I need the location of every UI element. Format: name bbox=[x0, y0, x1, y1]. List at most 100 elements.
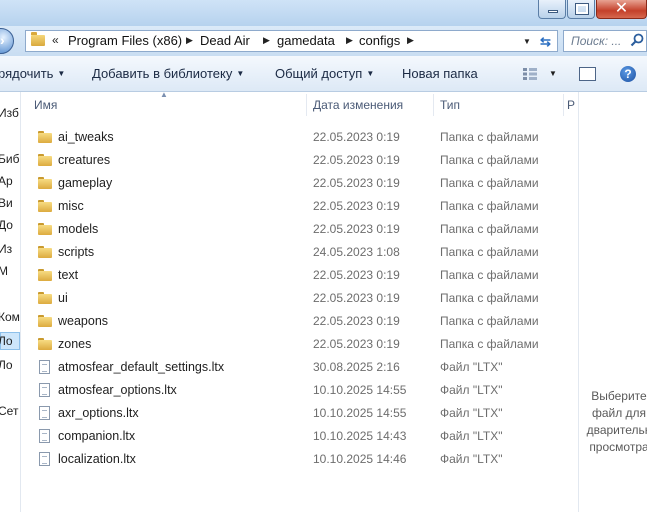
column-header-name[interactable]: Имя bbox=[34, 98, 57, 112]
chevron-down-icon: ▼ bbox=[366, 69, 375, 78]
folder-icon bbox=[38, 177, 52, 189]
title-bar: ✕ bbox=[0, 0, 647, 26]
folder-row[interactable]: zones 22.05.2023 0:19 Папка с файлами bbox=[34, 335, 574, 355]
file-type: Папка с файлами bbox=[440, 199, 539, 213]
breadcrumb-arrow-icon[interactable]: ▶ bbox=[407, 35, 414, 46]
organize-button[interactable]: рядочить ▼ bbox=[0, 66, 65, 81]
folder-row[interactable]: weapons 22.05.2023 0:19 Папка с файлами bbox=[34, 312, 574, 332]
preview-line: файл для bbox=[591, 406, 647, 420]
file-name: ai_tweaks bbox=[58, 130, 114, 144]
file-name: companion.ltx bbox=[58, 429, 136, 443]
file-date: 24.05.2023 1:08 bbox=[313, 245, 400, 259]
maximize-icon bbox=[575, 3, 589, 15]
breadcrumb-arrow-icon[interactable]: ▶ bbox=[186, 35, 193, 46]
nav-item-library-2[interactable]: Ви bbox=[0, 196, 13, 210]
nav-item-network[interactable]: Сет bbox=[0, 404, 18, 418]
preview-pane-button[interactable] bbox=[579, 67, 596, 81]
folder-row[interactable]: creatures 22.05.2023 0:19 Папка с файлами bbox=[34, 151, 574, 171]
file-name: axr_options.ltx bbox=[58, 406, 139, 420]
nav-item-library-4[interactable]: Из bbox=[0, 242, 12, 256]
search-input[interactable]: Поиск: ... bbox=[563, 30, 647, 52]
file-name: atmosfear_options.ltx bbox=[58, 383, 177, 397]
column-header-type[interactable]: Тип bbox=[440, 98, 460, 112]
breadcrumb-configs[interactable]: configs bbox=[359, 33, 400, 48]
share-button[interactable]: Общий доступ ▼ bbox=[275, 66, 374, 81]
file-type: Папка с файлами bbox=[440, 130, 539, 144]
file-date: 10.10.2025 14:43 bbox=[313, 429, 407, 443]
nav-item-library-1[interactable]: Ар bbox=[0, 174, 13, 188]
file-icon bbox=[39, 360, 50, 374]
file-type: Папка с файлами bbox=[440, 337, 539, 351]
share-label: Общий доступ bbox=[275, 66, 363, 81]
file-row[interactable]: localization.ltx 10.10.2025 14:46 Файл "LT… bbox=[34, 450, 574, 470]
file-name: creatures bbox=[58, 153, 111, 167]
file-type: Папка с файлами bbox=[440, 268, 539, 282]
views-icon[interactable] bbox=[523, 68, 537, 80]
column-header-size[interactable]: Р bbox=[567, 98, 575, 112]
file-icon bbox=[39, 383, 50, 397]
close-button[interactable]: ✕ bbox=[596, 0, 647, 19]
file-type: Файл "LTX" bbox=[440, 406, 503, 420]
file-type: Папка с файлами bbox=[440, 314, 539, 328]
breadcrumb-dead-air[interactable]: Dead Air bbox=[200, 33, 250, 48]
maximize-button[interactable] bbox=[567, 0, 595, 19]
nav-item-library-5[interactable]: М bbox=[0, 264, 8, 278]
file-name: ui bbox=[58, 291, 68, 305]
nav-item-computer[interactable]: Ком bbox=[0, 310, 20, 324]
folder-row[interactable]: text 22.05.2023 0:19 Папка с файлами bbox=[34, 266, 574, 286]
search-icon[interactable] bbox=[630, 33, 644, 47]
back-button[interactable]: › bbox=[0, 28, 14, 54]
file-type: Папка с файлами bbox=[440, 291, 539, 305]
breadcrumb-arrow-icon[interactable]: ▶ bbox=[263, 35, 270, 46]
folder-icon bbox=[31, 32, 45, 46]
breadcrumb-overflow[interactable]: « bbox=[52, 33, 59, 47]
file-name: atmosfear_default_settings.ltx bbox=[58, 360, 225, 374]
column-header-date[interactable]: Дата изменения bbox=[313, 98, 403, 112]
preview-line: дварительн bbox=[586, 423, 647, 437]
file-row[interactable]: axr_options.ltx 10.10.2025 14:55 Файл "LTX… bbox=[34, 404, 574, 424]
file-name: scripts bbox=[58, 245, 95, 259]
refresh-button[interactable]: ⇆ bbox=[537, 30, 557, 52]
file-row[interactable]: atmosfear_options.ltx 10.10.2025 14:55 Фай… bbox=[34, 381, 574, 401]
file-type: Файл "LTX" bbox=[440, 383, 503, 397]
breadcrumb-program-files[interactable]: Program Files (x86) bbox=[68, 33, 182, 48]
navigation-pane[interactable]: Изб Биб Ар Ви До Из М Ком Ло Ло Сет bbox=[0, 92, 21, 512]
nav-item-favorites[interactable]: Изб bbox=[0, 106, 19, 120]
folder-row[interactable]: ai_tweaks 22.05.2023 0:19 Папка с файлами bbox=[34, 128, 574, 148]
refresh-icon: ⇆ bbox=[540, 34, 551, 49]
search-placeholder: Поиск: ... bbox=[571, 34, 622, 48]
file-row[interactable]: atmosfear_default_settings.ltx 30.08.2025… bbox=[34, 358, 574, 378]
file-date: 10.10.2025 14:55 bbox=[313, 383, 407, 397]
chevron-down-icon[interactable]: ▼ bbox=[549, 69, 557, 78]
folder-row[interactable]: gameplay 22.05.2023 0:19 Папка с файлами bbox=[34, 174, 574, 194]
help-icon[interactable]: ? bbox=[620, 66, 636, 82]
command-bar: рядочить ▼ Добавить в библиотеку ▼ Общий д… bbox=[0, 56, 647, 92]
nav-item-local-disk-1[interactable]: Ло bbox=[0, 334, 13, 348]
folder-row[interactable]: misc 22.05.2023 0:19 Папка с файлами bbox=[34, 197, 574, 217]
breadcrumb-gamedata[interactable]: gamedata bbox=[277, 33, 335, 48]
column-divider[interactable] bbox=[563, 94, 564, 116]
file-name: gameplay bbox=[58, 176, 113, 190]
nav-item-local-disk-2[interactable]: Ло bbox=[0, 358, 13, 372]
column-divider[interactable] bbox=[306, 94, 307, 116]
add-to-library-label: Добавить в библиотеку bbox=[92, 66, 233, 81]
new-folder-button[interactable]: Новая папка bbox=[402, 66, 478, 81]
chevron-down-icon[interactable]: ▼ bbox=[523, 37, 531, 46]
nav-item-library-3[interactable]: До bbox=[0, 218, 13, 232]
breadcrumb-arrow-icon[interactable]: ▶ bbox=[346, 35, 353, 46]
nav-item-libraries[interactable]: Биб bbox=[0, 152, 19, 166]
minimize-button[interactable] bbox=[538, 0, 566, 19]
folder-icon bbox=[38, 338, 52, 350]
file-date: 22.05.2023 0:19 bbox=[313, 291, 400, 305]
folder-row[interactable]: models 22.05.2023 0:19 Папка с файлами bbox=[34, 220, 574, 240]
address-bar[interactable]: « Program Files (x86) ▶ Dead Air ▶ gamed… bbox=[25, 30, 558, 52]
folder-row[interactable]: ui 22.05.2023 0:19 Папка с файлами bbox=[34, 289, 574, 309]
column-divider[interactable] bbox=[433, 94, 434, 116]
chevron-down-icon: ▼ bbox=[57, 69, 66, 78]
folder-icon bbox=[38, 292, 52, 304]
folder-icon bbox=[38, 246, 52, 258]
add-to-library-button[interactable]: Добавить в библиотеку ▼ bbox=[92, 66, 244, 81]
file-row[interactable]: companion.ltx 10.10.2025 14:43 Файл "LTX" bbox=[34, 427, 574, 447]
file-type: Папка с файлами bbox=[440, 222, 539, 236]
folder-row[interactable]: scripts 24.05.2023 1:08 Папка с файлами bbox=[34, 243, 574, 263]
